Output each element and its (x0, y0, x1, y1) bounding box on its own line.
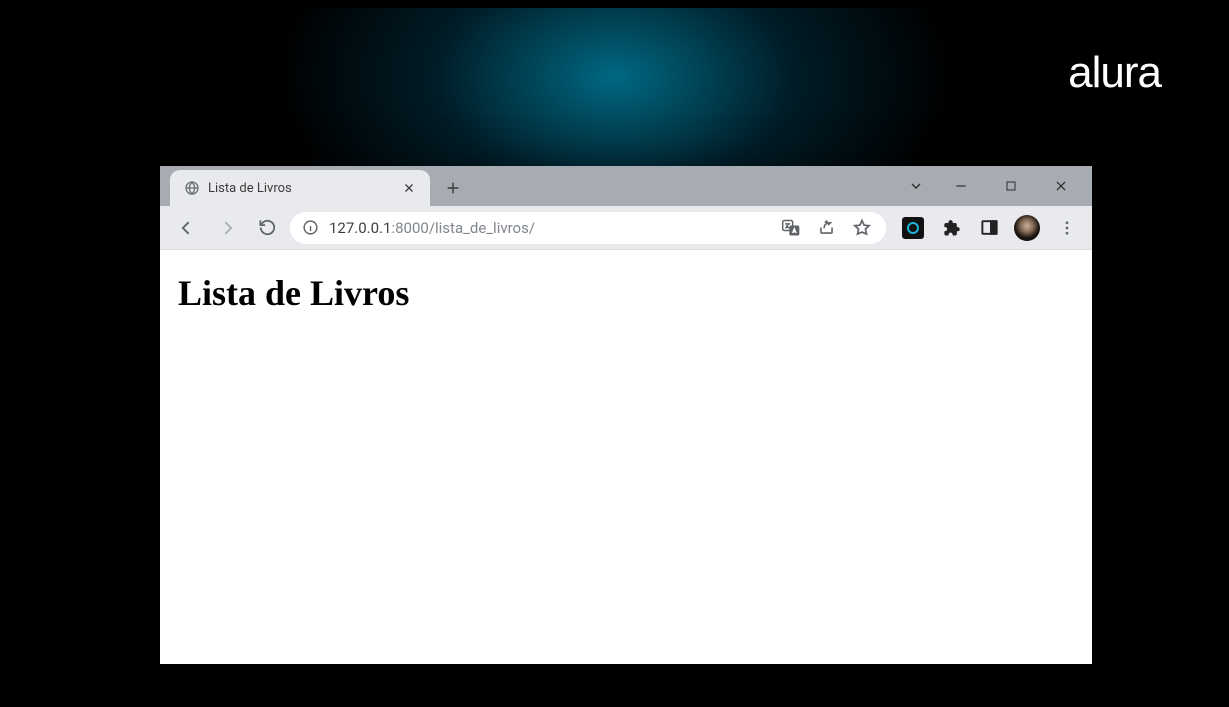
browser-window: Lista de Livros (160, 166, 1092, 664)
minimize-button[interactable] (936, 166, 986, 206)
extensions-puzzle-icon[interactable] (938, 215, 964, 241)
maximize-button[interactable] (986, 166, 1036, 206)
bookmark-icon[interactable] (852, 218, 872, 238)
close-window-button[interactable] (1036, 166, 1086, 206)
url-host: 127.0.0.1 (329, 219, 391, 237)
tab-title: Lista de Livros (208, 181, 392, 196)
page-content: Lista de Livros (160, 250, 1092, 664)
translate-icon[interactable] (781, 218, 801, 238)
side-panel-icon[interactable] (976, 215, 1002, 241)
window-controls (896, 166, 1086, 206)
tabs-dropdown-button[interactable] (896, 166, 936, 206)
share-icon[interactable] (817, 218, 836, 237)
browser-tab[interactable]: Lista de Livros (170, 170, 430, 206)
url-path: /lista_de_livros/ (429, 219, 535, 237)
new-tab-button[interactable] (438, 173, 468, 203)
address-bar[interactable]: 127.0.0.1:8000/lista_de_livros/ (290, 212, 886, 244)
page-heading: Lista de Livros (178, 272, 1074, 314)
tab-strip: Lista de Livros (160, 166, 1092, 206)
profile-avatar[interactable] (1014, 215, 1040, 241)
site-info-icon[interactable] (302, 219, 319, 236)
brand-watermark: alura (1068, 48, 1161, 98)
presentation-frame: alura Lista de Livros (8, 8, 1221, 699)
url-port: :8000 (391, 219, 428, 237)
forward-button[interactable] (210, 211, 244, 245)
browser-toolbar: 127.0.0.1:8000/lista_de_livros/ (160, 206, 1092, 250)
url-text: 127.0.0.1:8000/lista_de_livros/ (329, 219, 771, 237)
browser-menu-button[interactable] (1052, 219, 1082, 237)
omnibox-actions (781, 218, 872, 238)
extension-icon-1[interactable] (900, 215, 926, 241)
globe-icon (184, 180, 200, 196)
close-tab-button[interactable] (400, 179, 418, 197)
reload-button[interactable] (250, 211, 284, 245)
extensions-area (892, 215, 1082, 241)
back-button[interactable] (170, 211, 204, 245)
